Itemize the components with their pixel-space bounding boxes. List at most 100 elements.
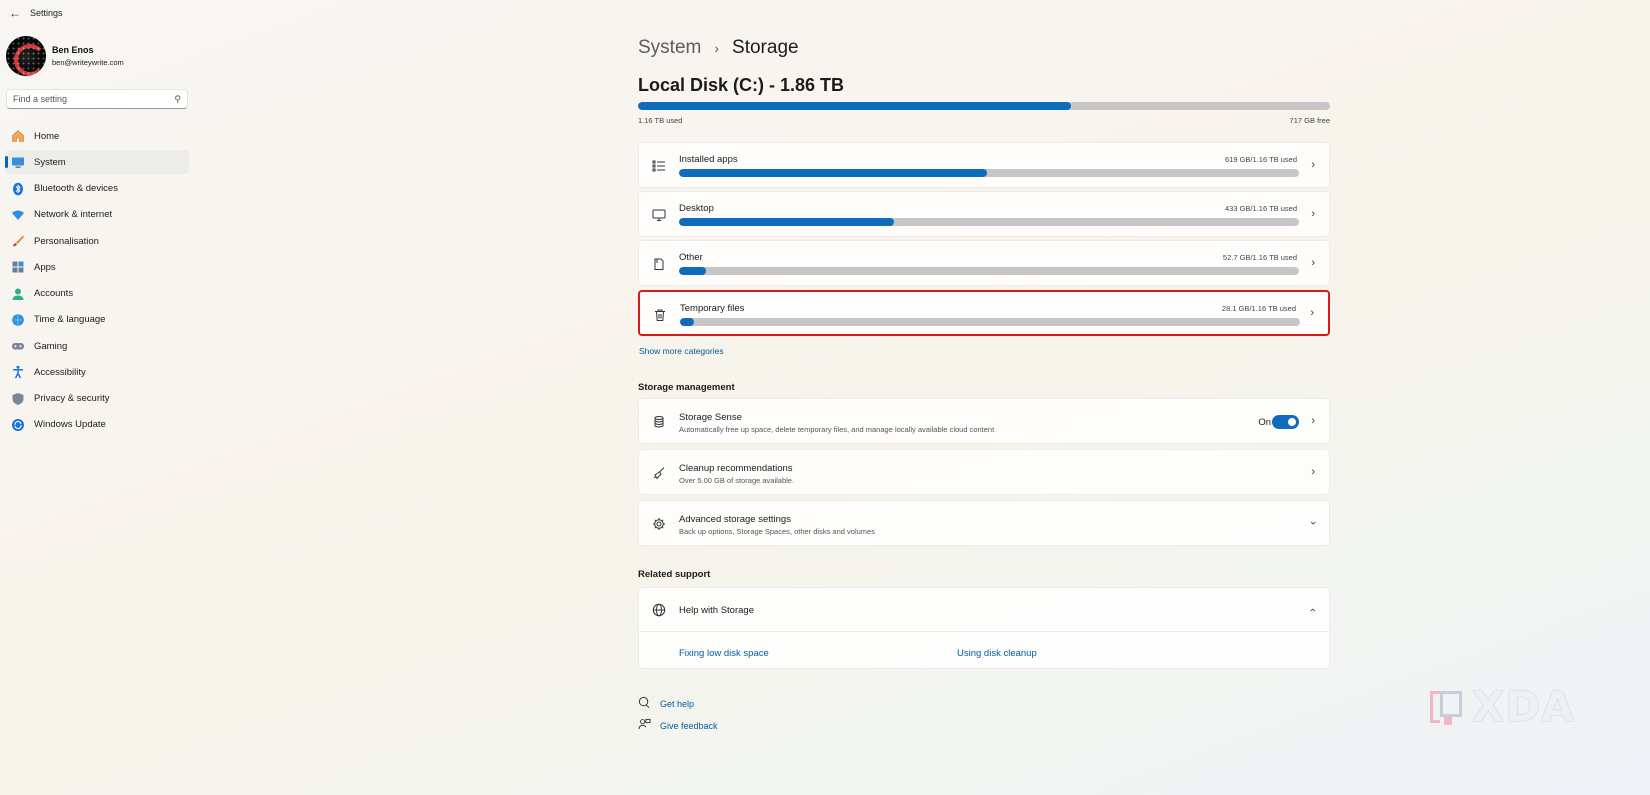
- sidebar-item-label: System: [34, 156, 66, 168]
- sidebar-item-home[interactable]: Home: [5, 124, 189, 148]
- sidebar-item-accounts[interactable]: Accounts: [5, 282, 189, 306]
- category-size: 28.1 GB/1.16 TB used: [1221, 304, 1296, 313]
- storage-sense-toggle[interactable]: [1272, 415, 1299, 429]
- category-usage-bar: [680, 318, 1300, 326]
- xda-logo-icon: [1428, 687, 1468, 727]
- related-support-heading: Related support: [638, 569, 711, 580]
- desktop-icon: [651, 207, 667, 223]
- back-arrow-icon[interactable]: ←: [5, 3, 25, 23]
- advanced-storage-settings-card[interactable]: Advanced storage settings Back up option…: [638, 500, 1330, 546]
- title-bar: ← Settings: [0, 0, 1650, 26]
- xda-watermark: XDA: [1428, 682, 1575, 731]
- search-icon[interactable]: ⚲: [174, 94, 181, 105]
- person-icon: [11, 287, 25, 301]
- storage-sense-description: Automatically free up space, delete temp…: [679, 425, 995, 434]
- page-title: Storage: [732, 37, 799, 58]
- sidebar-item-gaming[interactable]: Gaming: [5, 334, 189, 358]
- category-name: Other: [679, 252, 703, 263]
- shield-icon: [11, 392, 25, 406]
- trash-icon: [652, 307, 668, 323]
- disk-title: Local Disk (C:) - 1.86 TB: [638, 75, 845, 95]
- storage-sense-toggle-label: On: [1258, 417, 1271, 428]
- chevron-up-icon[interactable]: ›: [1307, 608, 1319, 612]
- chevron-right-icon[interactable]: ›: [1311, 415, 1315, 427]
- category-other[interactable]: Other 52.7 GB/1.16 TB used ›: [638, 240, 1330, 286]
- cleanup-recommendations-title: Cleanup recommendations: [679, 463, 793, 474]
- chevron-down-icon[interactable]: ›: [1307, 521, 1319, 525]
- sidebar-item-time-language[interactable]: Time & language: [5, 308, 189, 332]
- sidebar-item-label: Apps: [34, 261, 56, 273]
- profile-name: Ben Enos: [52, 45, 94, 55]
- chevron-right-icon[interactable]: ›: [1311, 159, 1315, 171]
- search-box: ⚲: [6, 89, 188, 109]
- sidebar-item-label: Time & language: [34, 314, 106, 326]
- category-installed-apps[interactable]: Installed apps 619 GB/1.16 TB used ›: [638, 142, 1330, 188]
- sidebar-item-windows-update[interactable]: Windows Update: [5, 413, 189, 437]
- sidebar-item-network[interactable]: Network & internet: [5, 203, 189, 227]
- globe-icon: [651, 602, 667, 618]
- bluetooth-icon: [11, 182, 25, 196]
- sidebar-item-privacy-security[interactable]: Privacy & security: [5, 387, 189, 411]
- help-with-storage-title[interactable]: Help with Storage: [679, 605, 754, 616]
- divider: [639, 631, 1329, 632]
- brush-icon: [11, 234, 25, 248]
- chevron-right-icon[interactable]: ›: [1311, 208, 1315, 220]
- using-disk-cleanup-link[interactable]: Using disk cleanup: [957, 648, 1037, 659]
- disk-free-label: 717 GB free: [1289, 116, 1330, 125]
- category-desktop[interactable]: Desktop 433 GB/1.16 TB used ›: [638, 191, 1330, 237]
- category-size: 433 GB/1.16 TB used: [1225, 204, 1297, 213]
- sidebar-item-accessibility[interactable]: Accessibility: [5, 360, 189, 384]
- avatar: [6, 36, 46, 76]
- monitor-icon: [11, 155, 25, 169]
- sidebar-item-system[interactable]: System: [5, 150, 189, 175]
- disk-used-label: 1.16 TB used: [638, 116, 683, 125]
- gamepad-icon: [11, 339, 25, 353]
- app-title: Settings: [30, 8, 63, 18]
- help-with-storage-card: Help with Storage › Fixing low disk spac…: [638, 587, 1330, 669]
- sidebar-item-label: Network & internet: [34, 209, 113, 221]
- category-size: 52.7 GB/1.16 TB used: [1222, 253, 1297, 262]
- chevron-right-icon[interactable]: ›: [1311, 257, 1315, 269]
- sidebar-item-bluetooth[interactable]: Bluetooth & devices: [5, 177, 189, 201]
- show-more-categories-link[interactable]: Show more categories: [639, 346, 724, 356]
- sidebar-item-label: Windows Update: [34, 419, 106, 431]
- search-input[interactable]: [13, 94, 163, 104]
- chevron-right-icon[interactable]: ›: [1310, 307, 1314, 319]
- sidebar-item-label: Privacy & security: [34, 393, 110, 404]
- gear-icon: [651, 516, 667, 532]
- category-usage-bar: [679, 218, 1299, 226]
- breadcrumb: System › Storage: [638, 37, 799, 59]
- give-feedback-link[interactable]: Give feedback: [638, 718, 718, 734]
- home-icon: [11, 129, 25, 143]
- disk-usage-bar: [638, 102, 1330, 110]
- get-help-label: Get help: [660, 699, 695, 709]
- sidebar: Ben Enos ben@writeywrite.com ⚲ Home Syst…: [0, 26, 200, 786]
- accessibility-icon: [11, 365, 25, 379]
- wifi-icon: [11, 208, 25, 222]
- watermark-text: XDA: [1472, 682, 1575, 731]
- sidebar-item-label: Personalisation: [34, 235, 99, 247]
- sidebar-item-personalisation[interactable]: Personalisation: [5, 229, 189, 253]
- list-icon: [651, 158, 667, 174]
- category-temporary-files[interactable]: Temporary files 28.1 GB/1.16 TB used ›: [638, 290, 1330, 336]
- category-usage-fill: [679, 218, 895, 226]
- storage-management-heading: Storage management: [638, 382, 735, 393]
- fixing-low-disk-space-link[interactable]: Fixing low disk space: [679, 648, 769, 659]
- advanced-storage-settings-description: Back up options, Storage Spaces, other d…: [679, 527, 875, 536]
- chevron-right-icon[interactable]: ›: [1311, 466, 1315, 478]
- breadcrumb-system[interactable]: System: [638, 37, 701, 59]
- sidebar-item-label: Home: [34, 130, 60, 142]
- profile-email: ben@writeywrite.com: [52, 58, 124, 67]
- user-profile[interactable]: Ben Enos ben@writeywrite.com: [6, 36, 124, 76]
- help-chat-icon: [638, 696, 652, 712]
- sidebar-item-apps[interactable]: Apps: [5, 255, 189, 279]
- storage-sense-card[interactable]: Storage Sense Automatically free up spac…: [638, 398, 1330, 444]
- get-help-link[interactable]: Get help: [638, 696, 694, 712]
- cleanup-recommendations-card[interactable]: Cleanup recommendations Over 5.00 GB of …: [638, 449, 1330, 495]
- category-usage-bar: [679, 169, 1299, 177]
- category-size: 619 GB/1.16 TB used: [1225, 155, 1297, 164]
- category-usage-fill: [680, 318, 695, 326]
- storage-sense-title: Storage Sense: [679, 412, 742, 423]
- category-name: Temporary files: [680, 303, 745, 314]
- cleanup-recommendations-description: Over 5.00 GB of storage available.: [679, 476, 795, 485]
